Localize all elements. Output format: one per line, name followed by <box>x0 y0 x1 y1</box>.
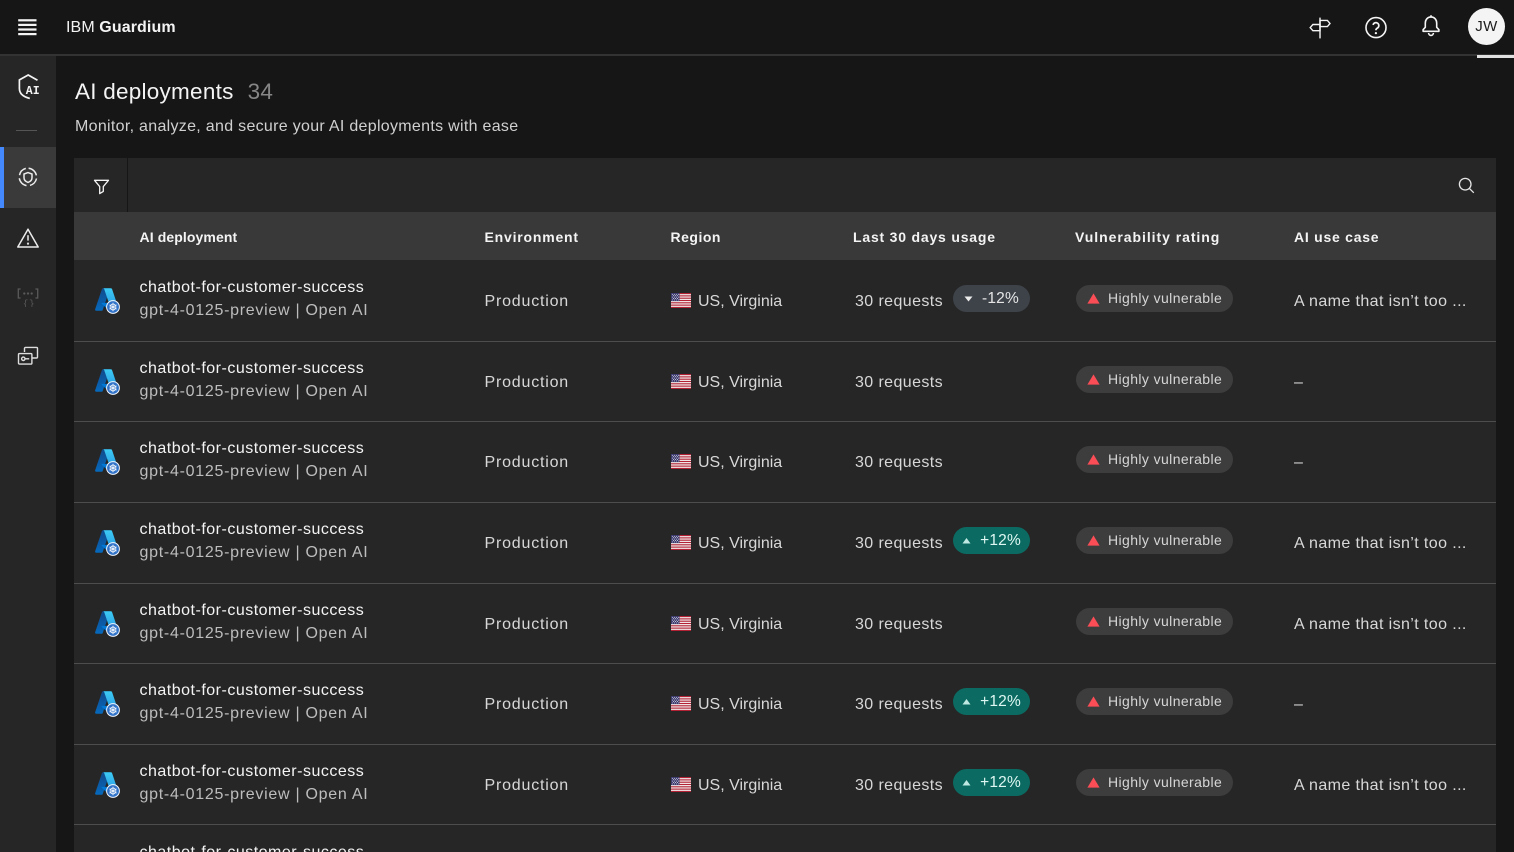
svg-text:{: { <box>23 299 28 307</box>
svg-text:}: } <box>29 299 34 307</box>
svg-text:AI: AI <box>26 85 40 98</box>
